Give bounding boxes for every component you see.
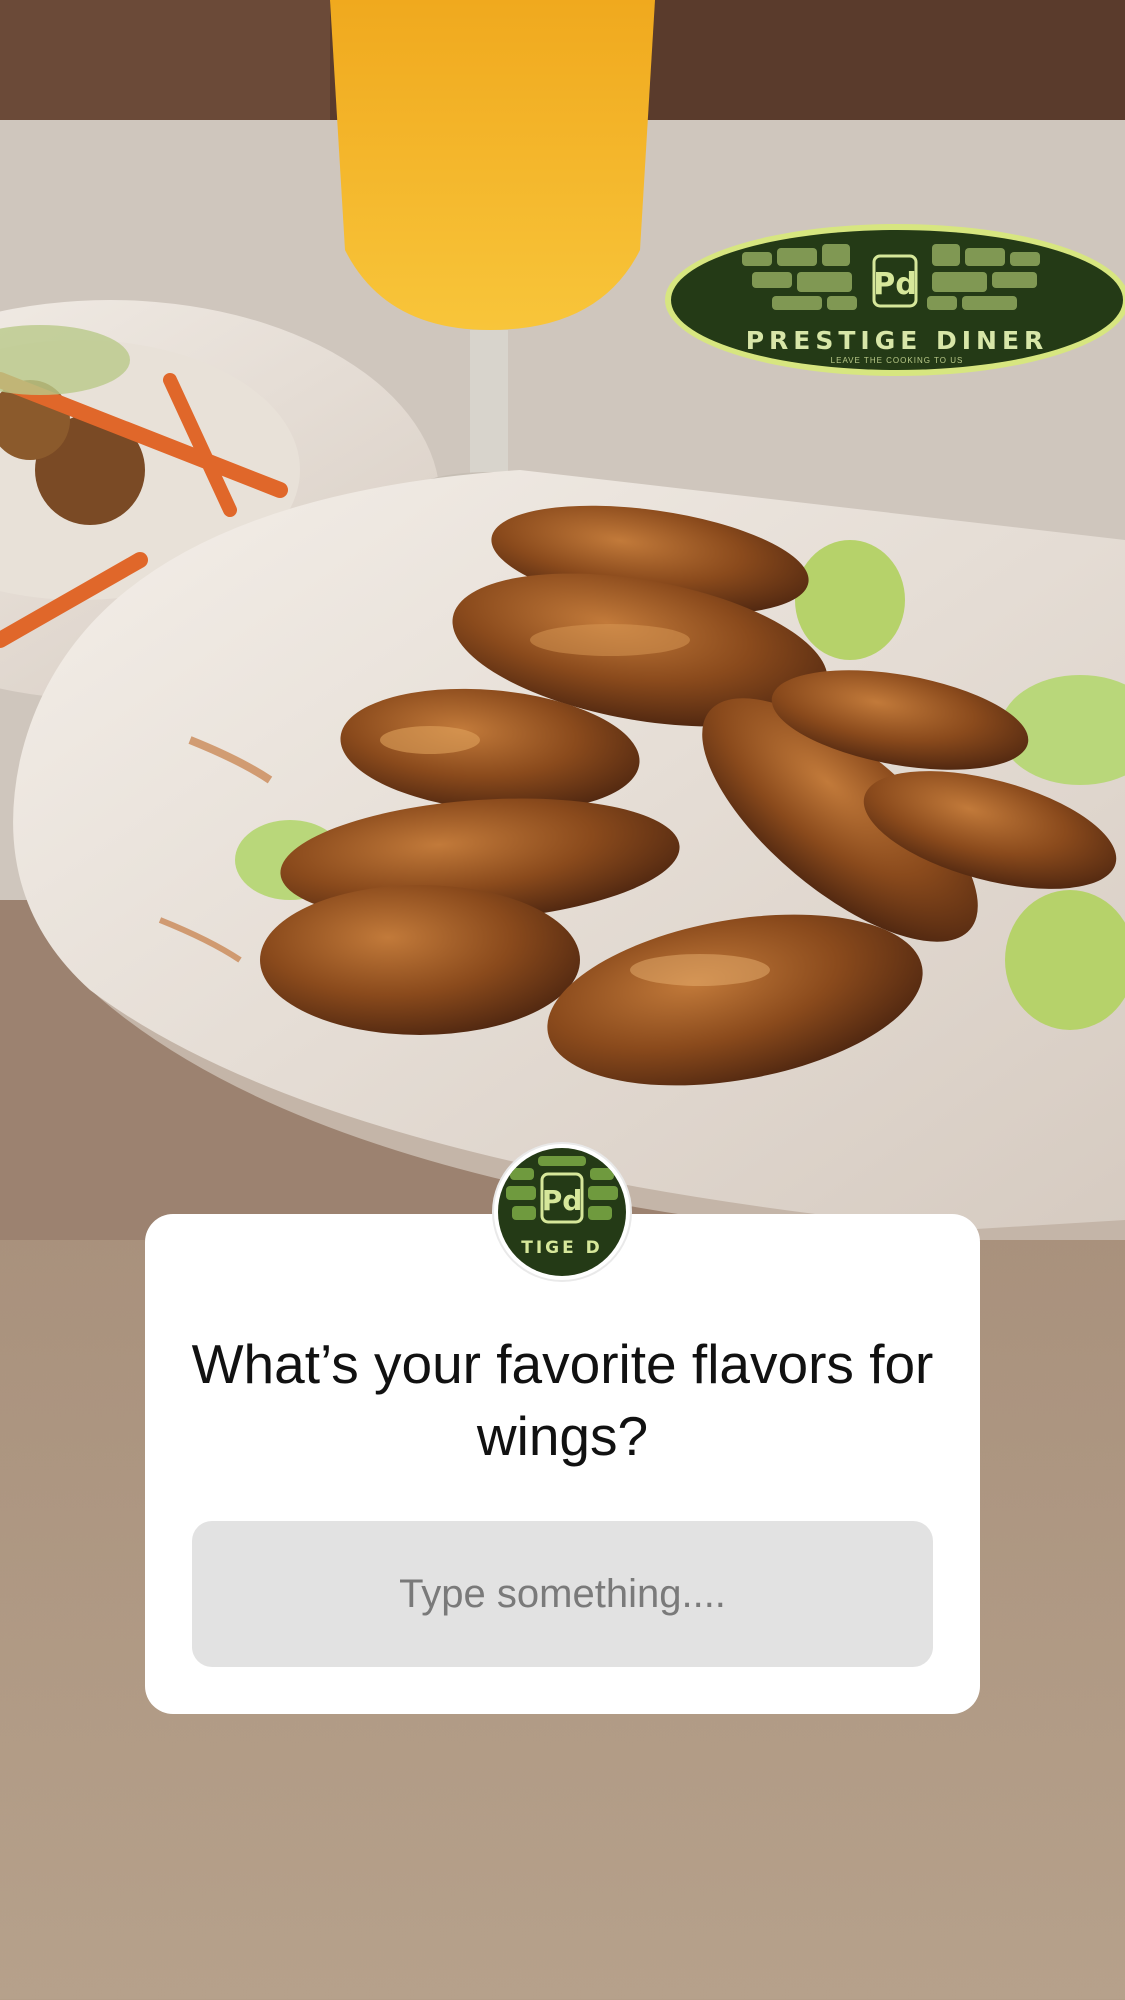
question-text: What’s your favorite flavors for wings? bbox=[191, 1333, 934, 1467]
logo-brand-name: PRESTIGE DINER bbox=[745, 326, 1049, 355]
prestige-diner-logo: Pd PRESTIGE DINER LEAVE THE COOKING TO U… bbox=[662, 222, 1125, 378]
background-photo bbox=[0, 0, 1125, 1240]
avatar-brand-text: TIGE D bbox=[521, 1238, 603, 1258]
wings-plate-image bbox=[0, 0, 1125, 1240]
avatar-logo: Pd TIGE D bbox=[498, 1148, 626, 1276]
logo-tagline: LEAVE THE COOKING TO US bbox=[830, 356, 964, 365]
profile-avatar[interactable]: Pd TIGE D bbox=[494, 1144, 630, 1280]
avatar-monogram: Pd bbox=[542, 1184, 583, 1217]
logo-monogram: Pd bbox=[873, 267, 916, 302]
answer-input[interactable] bbox=[192, 1521, 933, 1667]
